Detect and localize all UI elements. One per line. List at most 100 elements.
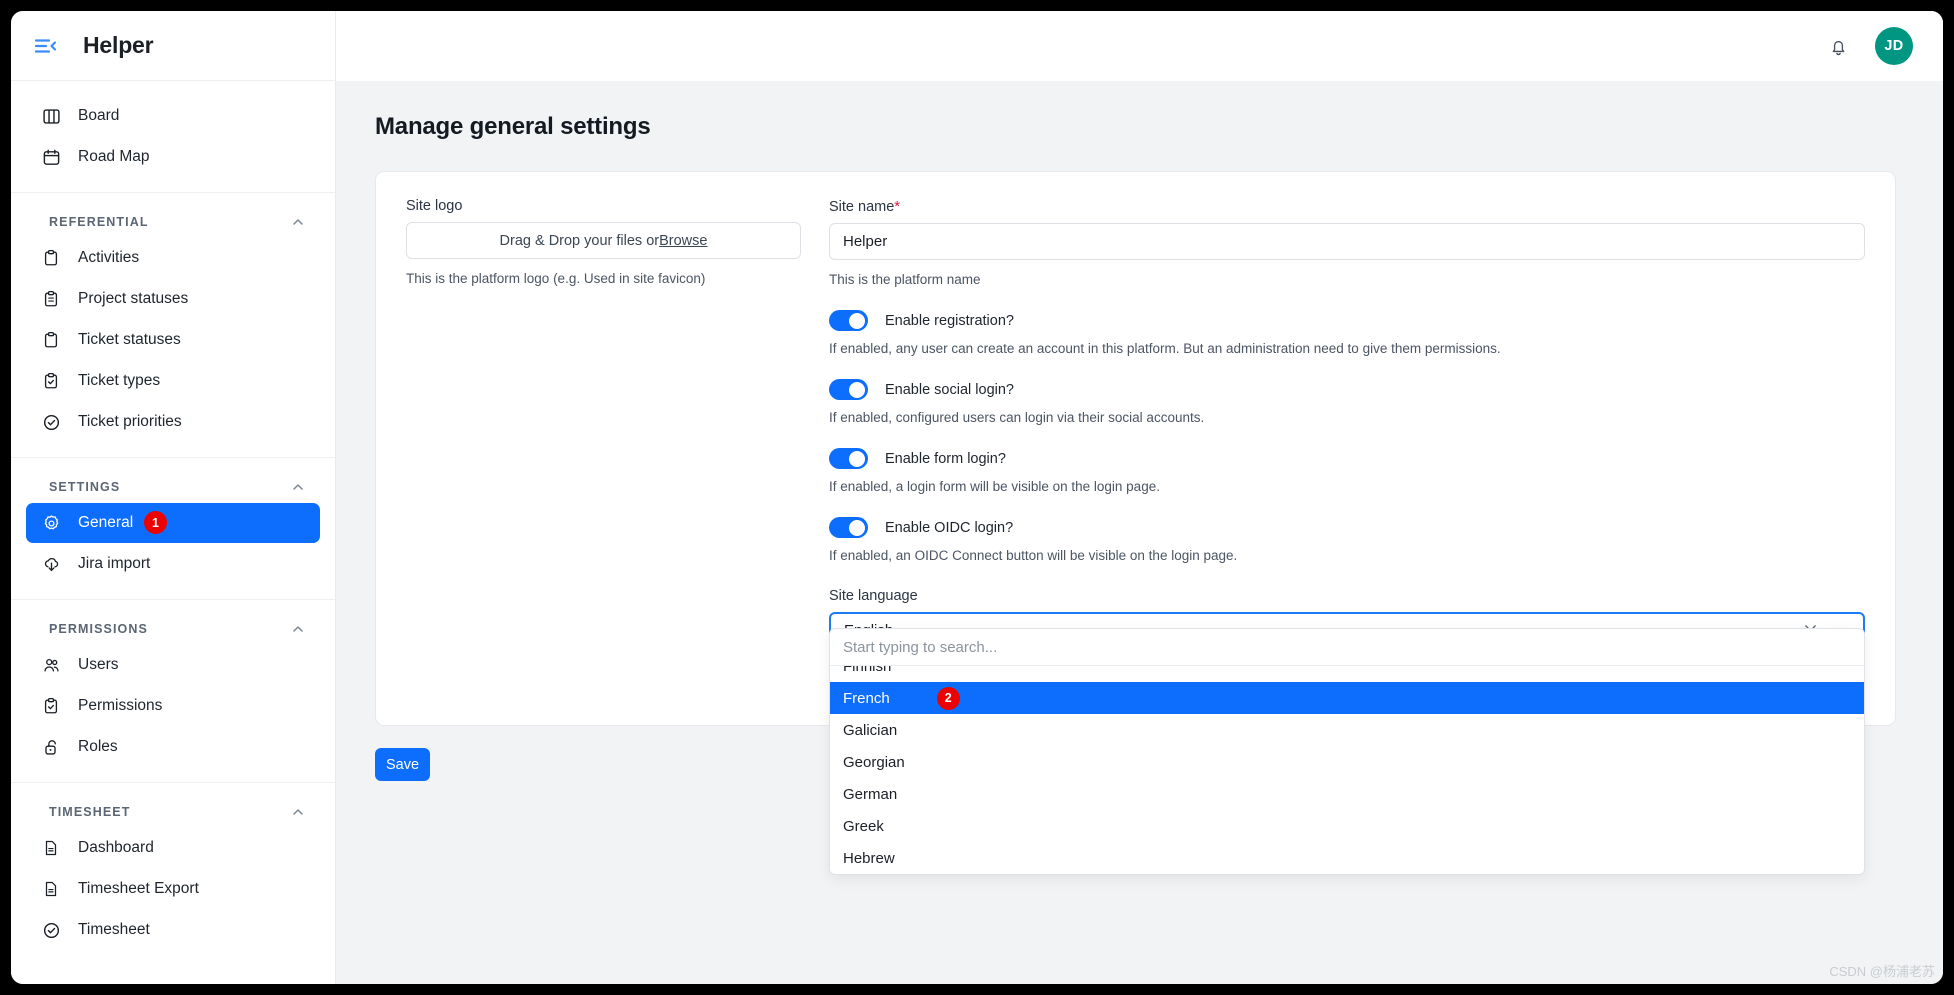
dropdown-option[interactable]: Finnish: [830, 666, 1864, 682]
toggle-hint: If enabled, any user can create an accou…: [829, 341, 1501, 356]
dropdown-option[interactable]: Galician: [830, 714, 1864, 746]
sidebar-item-board[interactable]: Board: [26, 96, 320, 136]
group-title: REFERENTIAL: [49, 215, 149, 229]
page-title: Manage general settings: [375, 113, 651, 140]
avatar[interactable]: JD: [1875, 27, 1913, 65]
chevron-up-icon[interactable]: [291, 215, 305, 229]
clipboard-check-icon: [40, 370, 62, 392]
group-header-permissions[interactable]: PERMISSIONS: [11, 610, 335, 644]
badge-check-icon: [40, 411, 62, 433]
sidebar-item-ticket-types[interactable]: Ticket types: [26, 361, 320, 401]
unlock-icon: [40, 736, 62, 758]
sidebar-item-users[interactable]: Users: [26, 645, 320, 685]
sidebar-item-ticket-statuses[interactable]: Ticket statuses: [26, 320, 320, 360]
sidebar-item-project-statuses[interactable]: Project statuses: [26, 279, 320, 319]
dropzone-text: Drag & Drop your files or: [499, 232, 660, 249]
sidebar-item-road-map[interactable]: Road Map: [26, 137, 320, 177]
option-label: French: [843, 689, 890, 707]
option-label: Georgian: [843, 753, 905, 771]
bell-icon[interactable]: [1828, 36, 1849, 57]
badge-check-icon: [40, 919, 62, 941]
dropdown-option-selected[interactable]: French 2: [830, 682, 1864, 714]
option-label: Greek: [843, 817, 884, 835]
chevron-up-icon[interactable]: [291, 480, 305, 494]
dropdown-option[interactable]: Hebrew: [830, 842, 1864, 874]
columns-icon: [40, 105, 62, 127]
sidebar-item-activities[interactable]: Activities: [26, 238, 320, 278]
sidebar-item-label: Road Map: [78, 148, 150, 165]
sidebar-item-label: General: [78, 514, 134, 531]
sidebar-item-permissions[interactable]: Permissions: [26, 686, 320, 726]
site-name-label-text: Site name: [829, 199, 895, 215]
sidebar-item-timesheet-export[interactable]: Timesheet Export: [26, 869, 320, 909]
sidebar-item-label: Ticket priorities: [78, 413, 182, 430]
browse-link[interactable]: Browse: [659, 233, 707, 249]
toggle-label: Enable OIDC login?: [885, 519, 1014, 536]
site-language-label: Site language: [829, 588, 918, 604]
sidebar-item-label: Timesheet: [78, 921, 150, 938]
users-icon: [40, 654, 62, 676]
group-title: SETTINGS: [49, 480, 121, 494]
sidebar-item-label: Ticket types: [78, 372, 161, 389]
toggle-enable-social-login[interactable]: [829, 379, 868, 400]
content-area: Manage general settings Site logo Drag &…: [336, 81, 1943, 984]
toggle-row-oidc-login: Enable OIDC login?: [829, 517, 1865, 538]
toggle-enable-form-login[interactable]: [829, 448, 868, 469]
toggle-knob: [849, 312, 865, 329]
sidebar-item-label: Ticket statuses: [78, 331, 181, 348]
toggle-hint: If enabled, configured users can login v…: [829, 410, 1205, 425]
toggle-label: Enable social login?: [885, 381, 1014, 398]
sidebar-item-timesheet[interactable]: Timesheet: [26, 910, 320, 950]
sidebar-item-ticket-priorities[interactable]: Ticket priorities: [26, 402, 320, 442]
hamburger-collapse-icon[interactable]: [33, 33, 59, 59]
sidebar: Helper Board Road Map REFERENTIAL Activi…: [11, 11, 336, 984]
sidebar-item-label: Users: [78, 656, 119, 673]
toggle-enable-registration[interactable]: [829, 310, 868, 331]
group-header-settings[interactable]: SETTINGS: [11, 468, 335, 502]
search-input[interactable]: [843, 638, 1851, 656]
sidebar-item-roles[interactable]: Roles: [26, 727, 320, 767]
sidebar-item-label: Dashboard: [78, 839, 154, 856]
option-label: Hebrew: [843, 849, 895, 867]
chevron-up-icon[interactable]: [291, 805, 305, 819]
logo-dropzone[interactable]: Drag & Drop your files or Browse: [406, 222, 801, 259]
site-name-input[interactable]: [829, 223, 1865, 260]
group-title: TIMESHEET: [49, 805, 131, 819]
option-label: Finnish: [843, 666, 892, 675]
sidebar-item-general[interactable]: General 1: [26, 503, 320, 543]
sidebar-item-label: Permissions: [78, 697, 163, 714]
nav-group-timesheet: TIMESHEET Dashboard Timesheet Export Tim…: [11, 783, 335, 965]
toggle-label: Enable registration?: [885, 312, 1014, 329]
toggle-row-registration: Enable registration?: [829, 310, 1865, 331]
group-header-referential[interactable]: REFERENTIAL: [11, 203, 335, 237]
group-title: PERMISSIONS: [49, 622, 148, 636]
dropdown-option[interactable]: Georgian: [830, 746, 1864, 778]
sidebar-item-jira-import[interactable]: Jira import: [26, 544, 320, 584]
toggle-enable-oidc-login[interactable]: [829, 517, 868, 538]
site-logo-label: Site logo: [406, 198, 463, 214]
sidebar-item-label: Activities: [78, 249, 140, 266]
app-window: Helper Board Road Map REFERENTIAL Activi…: [11, 11, 1943, 984]
site-name-hint: This is the platform name: [829, 272, 981, 287]
chevron-up-icon[interactable]: [291, 622, 305, 636]
sidebar-item-label: Timesheet Export: [78, 880, 199, 897]
group-header-timesheet[interactable]: TIMESHEET: [11, 793, 335, 827]
sidebar-item-label: Jira import: [78, 555, 151, 572]
nav-group-permissions: PERMISSIONS Users Permissions Roles: [11, 600, 335, 783]
nav-group-referential: REFERENTIAL Activities Project statuses …: [11, 193, 335, 458]
dropdown-option[interactable]: Greek: [830, 810, 1864, 842]
toggle-row-social-login: Enable social login?: [829, 379, 1865, 400]
save-button[interactable]: Save: [375, 748, 430, 781]
dropdown-option[interactable]: German: [830, 778, 1864, 810]
toggle-knob: [849, 519, 865, 536]
cloud-download-icon: [40, 553, 62, 575]
status-badge: 2: [936, 686, 960, 710]
settings-card: Site logo Drag & Drop your files or Brow…: [375, 171, 1896, 875]
toggle-hint: If enabled, an OIDC Connect button will …: [829, 548, 1238, 563]
sidebar-item-dashboard[interactable]: Dashboard: [26, 828, 320, 868]
clipboard-icon: [40, 329, 62, 351]
clipboard-list-icon: [40, 288, 62, 310]
status-badge: 1: [144, 511, 167, 534]
toggle-knob: [849, 381, 865, 398]
document-icon: [40, 878, 62, 900]
